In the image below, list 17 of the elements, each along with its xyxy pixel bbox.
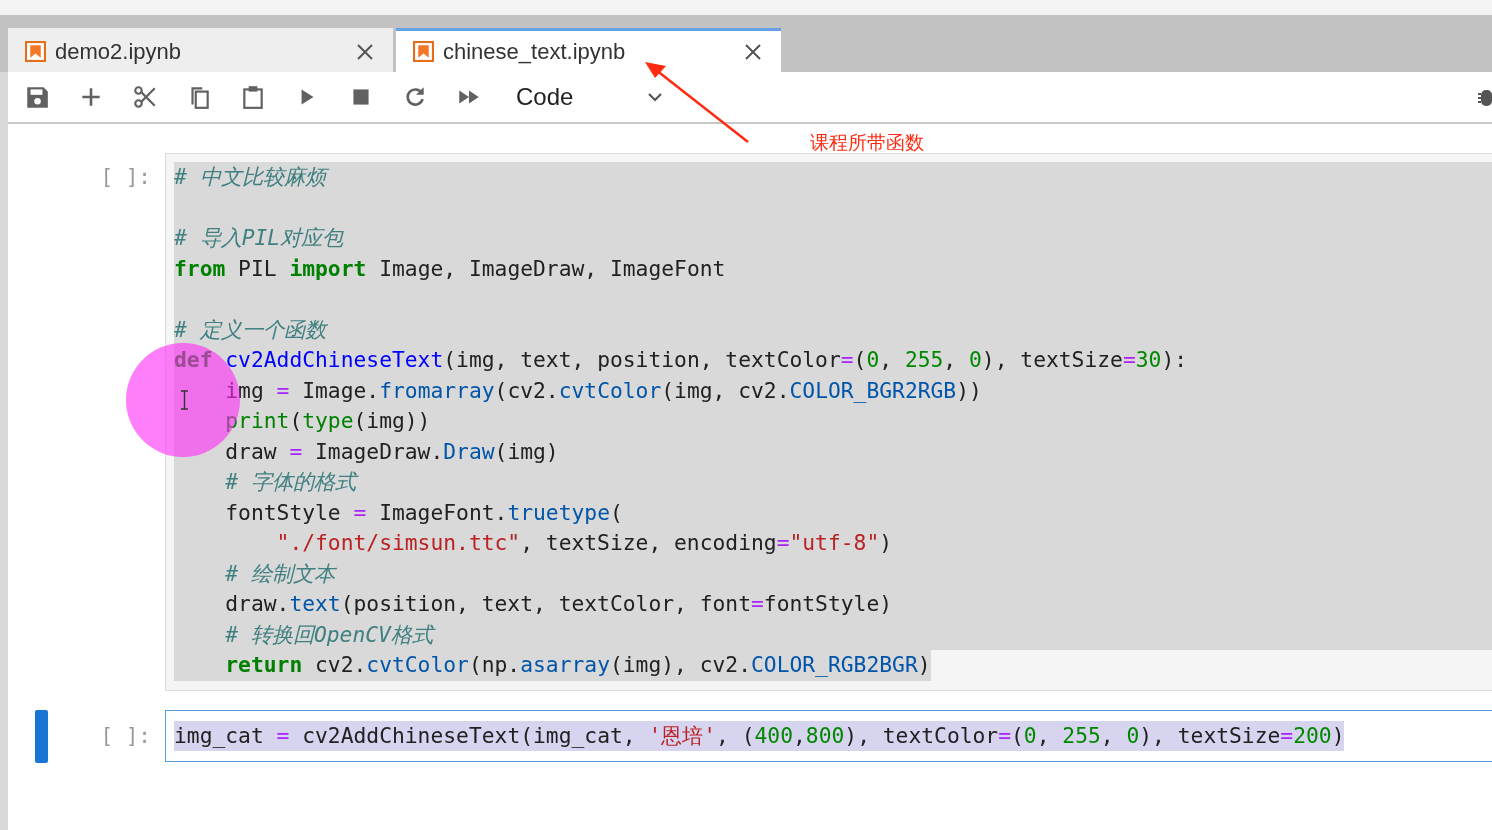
notebook-icon xyxy=(25,41,46,62)
file-tab[interactable]: demo2.ipynb xyxy=(8,28,393,72)
save-icon[interactable] xyxy=(24,84,50,110)
close-icon[interactable] xyxy=(355,41,375,62)
close-icon[interactable] xyxy=(743,41,763,62)
active-cell-bar xyxy=(35,709,48,763)
scissors-icon[interactable] xyxy=(132,84,158,110)
annotation-text: 课程所带函数 xyxy=(810,131,924,155)
cell-type-dropdown[interactable]: Code xyxy=(516,79,664,115)
notebook-icon xyxy=(413,41,434,62)
text-cursor-icon xyxy=(180,390,189,410)
code-cell[interactable]: img_cat = cv2AddChineseText(img_cat, '恩培', (400,800), textColor=(0, 255, 0), textSize=200) xyxy=(165,709,1492,762)
cell-prompt: [ ]: xyxy=(100,722,151,750)
code-cell[interactable] xyxy=(165,153,1492,691)
clipboard-icon[interactable] xyxy=(240,84,266,110)
file-tab[interactable]: chinese_text.ipynb xyxy=(396,28,781,72)
cell-prompt: [ ]: xyxy=(100,164,151,191)
